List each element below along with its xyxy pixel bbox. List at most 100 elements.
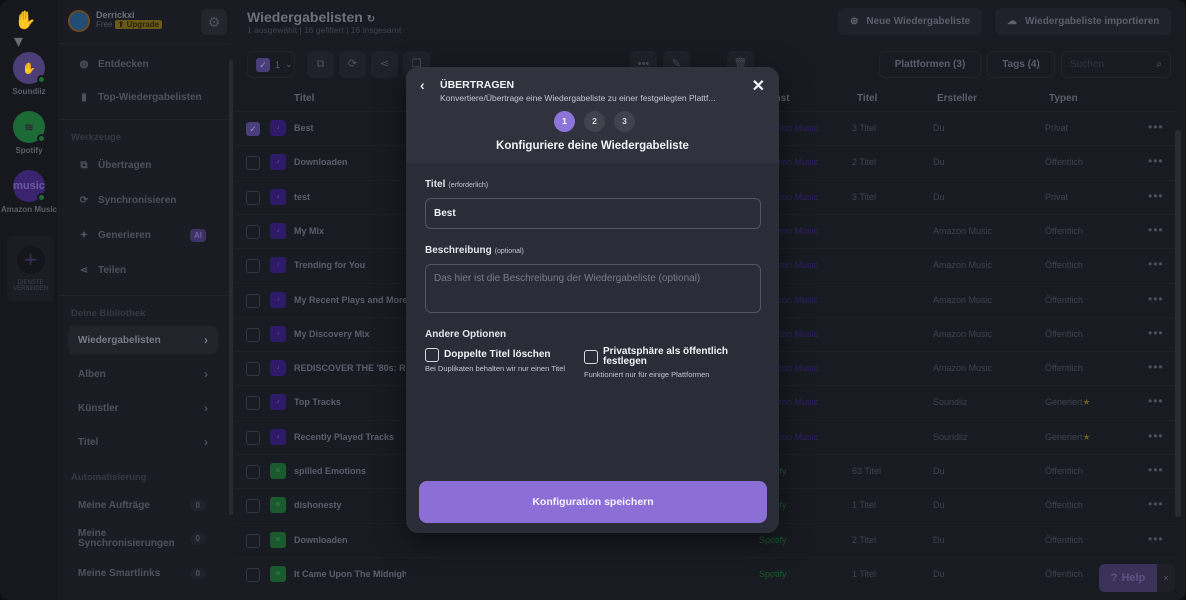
more-options-icon[interactable]: ••• [1148, 292, 1164, 306]
playlist-name[interactable]: Downloaden [294, 157, 348, 167]
more-options-icon[interactable]: ••• [1148, 223, 1164, 237]
column-type[interactable]: Typen [1049, 93, 1078, 104]
refresh-icon[interactable]: ↻ [367, 14, 375, 25]
sidebar-item-discover[interactable]: ◍ Entdecken [68, 50, 218, 78]
row-checkbox[interactable] [246, 224, 260, 239]
sidebar-item-share[interactable]: ⋖ Teilen [68, 256, 218, 284]
more-options-icon[interactable]: ••• [1148, 532, 1164, 546]
sidebar-item-syncs[interactable]: Meine Synchronisierungen 0 [68, 525, 218, 553]
more-options-icon[interactable]: ••• [1148, 394, 1164, 408]
row-checkbox[interactable] [246, 499, 260, 514]
service-amazon-music[interactable]: music Amazon Music [0, 170, 58, 214]
playlist-name[interactable]: spilled Emotions [294, 466, 366, 476]
row-checkbox[interactable] [246, 156, 260, 171]
share-tool-button[interactable]: ⋖ [371, 51, 398, 78]
playlist-name[interactable]: My Discovery Mix [294, 329, 370, 339]
row-checkbox[interactable] [246, 567, 260, 582]
gear-icon[interactable]: ⚙ [201, 9, 227, 35]
row-checkbox[interactable] [246, 430, 260, 445]
table-row[interactable]: ≋ It Came Upon The Midnight Clear Spotif… [235, 556, 1175, 591]
sidebar-item-generate[interactable]: ✦ Generieren AI [68, 221, 218, 249]
type-label: Öffentlich [1045, 568, 1083, 579]
sidebar-item-smartlinks[interactable]: Meine Smartlinks 0 [68, 559, 218, 587]
sidebar-item-jobs[interactable]: Meine Aufträge 0 [68, 491, 218, 519]
column-title[interactable]: Titel [294, 93, 314, 104]
playlist-name[interactable]: test [294, 192, 310, 202]
optional-hint: (optional) [494, 248, 524, 255]
more-options-icon[interactable]: ••• [1148, 360, 1164, 374]
playlist-name[interactable]: dishonesty [294, 500, 342, 510]
playlist-name[interactable]: Recently Played Tracks [294, 432, 394, 442]
import-playlist-button[interactable]: ☁ Wiedergabeliste importieren [995, 8, 1172, 35]
new-playlist-button[interactable]: ⊕ Neue Wiedergabeliste [838, 8, 983, 35]
make-public-option[interactable]: Privatsphäre als öffentlich festlegen [584, 347, 754, 367]
user-profile[interactable]: Derrickxi Free ⬆ Upgrade [68, 10, 163, 32]
playlist-name[interactable]: It Came Upon The Midnight Clear [294, 569, 406, 579]
description-input[interactable] [425, 264, 761, 313]
track-count: 2 Titel [852, 157, 877, 168]
playlist-name[interactable]: Trending for You [294, 260, 365, 270]
soundiiz-logo-menu[interactable]: ✋▾ [14, 10, 44, 51]
sidebar-item-tracks[interactable]: Titel › [68, 428, 218, 456]
row-checkbox[interactable] [246, 327, 260, 342]
connect-services-button[interactable]: + DIENSTE VERBINDEN [7, 236, 54, 302]
playlist-name[interactable]: My Recent Plays and More [294, 295, 406, 305]
more-options-icon[interactable]: ••• [1148, 154, 1164, 168]
more-options-icon[interactable]: ••• [1148, 120, 1164, 134]
more-options-icon[interactable]: ••• [1148, 326, 1164, 340]
more-options-icon[interactable]: ••• [1148, 497, 1164, 511]
checkbox[interactable] [584, 350, 598, 364]
row-checkbox[interactable] [246, 259, 260, 274]
service-soundiiz[interactable]: ✋ Soundiiz [0, 52, 58, 96]
row-checkbox[interactable]: ✓ [246, 122, 260, 136]
playlist-name[interactable]: Best [294, 123, 314, 133]
transfer-tool-button[interactable]: ⧉ [307, 51, 334, 78]
sidebar-item-playlists[interactable]: Wiedergabelisten › [68, 326, 218, 354]
column-creator[interactable]: Ersteller [937, 93, 977, 104]
save-configuration-button[interactable]: Konfiguration speichern [419, 481, 767, 523]
sidebar-item-transfer[interactable]: ⧉ Übertragen [68, 151, 218, 179]
playlist-creator: Amazon Music [933, 225, 993, 236]
more-options-icon[interactable]: ••• [1148, 429, 1164, 443]
row-checkbox[interactable] [246, 293, 260, 308]
table-scrollbar[interactable] [1175, 130, 1181, 517]
close-icon[interactable]: ✕ [752, 76, 765, 96]
select-all-dropdown[interactable]: ✓ 1 ⌄ [247, 51, 295, 78]
more-options-icon[interactable]: ••• [1148, 257, 1164, 271]
track-count: 3 Titel [852, 123, 877, 133]
sidebar-item-artists[interactable]: Künstler › [68, 394, 218, 422]
service-spotify[interactable]: ≋ Spotify [0, 111, 58, 155]
row-checkbox[interactable] [246, 190, 260, 205]
checkbox[interactable] [425, 348, 439, 362]
remove-duplicates-option[interactable]: Doppelte Titel löschen [425, 347, 551, 362]
tags-filter[interactable]: Tags (4) [987, 51, 1055, 78]
sidebar-item-top-playlists[interactable]: ▮ Top-Wiedergabelisten [68, 83, 218, 111]
playlist-creator: Du [933, 466, 945, 476]
column-tracks[interactable]: Titel [857, 93, 877, 104]
search-input[interactable]: Suchen ⌕ [1061, 51, 1171, 78]
question-icon: ? [1110, 572, 1118, 584]
playlist-name[interactable]: Top Tracks [294, 397, 341, 407]
row-checkbox[interactable] [246, 465, 260, 479]
playlist-name[interactable]: REDISCOVER THE '80s: Rock [294, 363, 406, 373]
row-checkbox[interactable] [246, 362, 260, 377]
more-options-icon[interactable]: ••• [1148, 463, 1164, 477]
sync-tool-button[interactable]: ⟳ [339, 51, 366, 78]
track-count: 2 Titel [852, 534, 877, 545]
title-input[interactable] [425, 198, 761, 229]
row-checkbox[interactable] [246, 533, 260, 548]
upgrade-badge[interactable]: ⬆ Upgrade [114, 20, 163, 29]
other-options-label: Andere Optionen [425, 329, 507, 340]
back-arrow-icon[interactable]: ‹ [420, 77, 425, 93]
help-button[interactable]: ? Help [1099, 564, 1157, 592]
track-count: 3 Titel [852, 191, 877, 202]
playlist-name[interactable]: Downloaden [294, 535, 348, 545]
more-options-icon[interactable]: ••• [1148, 189, 1164, 203]
sidebar-item-sync[interactable]: ⟳ Synchronisieren [68, 186, 218, 214]
platforms-filter[interactable]: Plattformen (3) [879, 51, 981, 78]
sidebar-item-albums[interactable]: Alben › [68, 360, 218, 388]
help-close-button[interactable]: × [1157, 564, 1175, 592]
playlist-name[interactable]: My Mix [294, 226, 324, 236]
sidebar-scrollbar[interactable] [229, 60, 233, 515]
row-checkbox[interactable] [246, 396, 260, 411]
